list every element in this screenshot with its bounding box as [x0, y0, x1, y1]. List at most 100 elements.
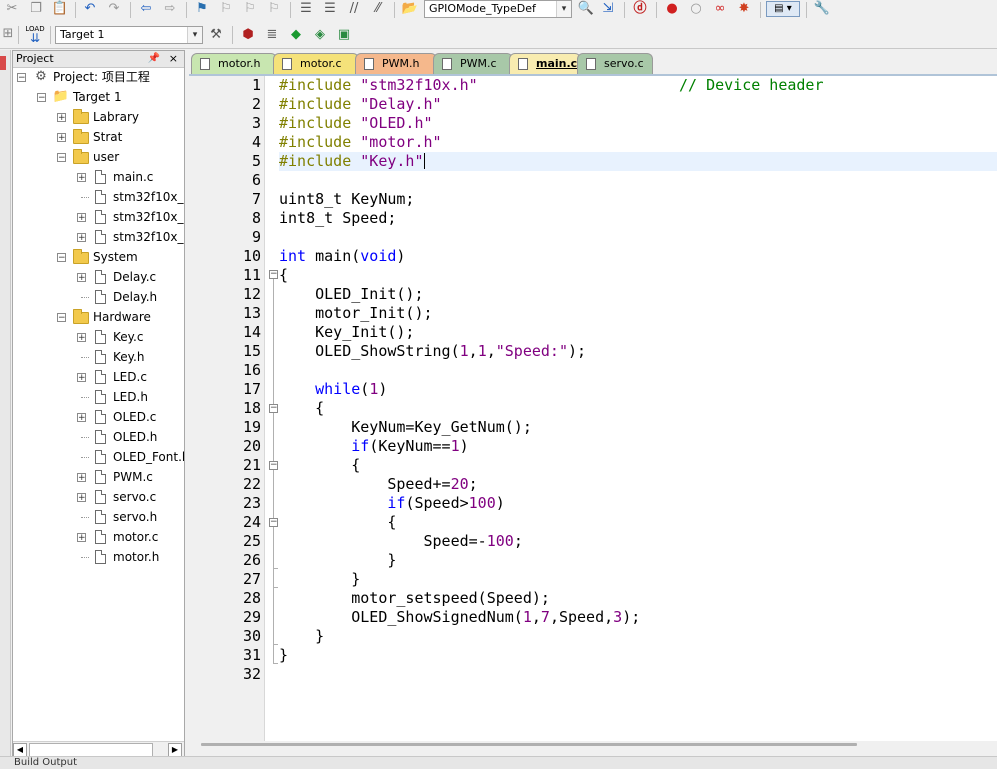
tree-item-group-strat[interactable]: + Strat: [13, 127, 184, 147]
tree-item-target-node[interactable]: − 📁 Target 1: [13, 87, 184, 107]
tree-item-file-motor-h[interactable]: motor.h: [13, 547, 184, 567]
tree-item-file-motor-c[interactable]: + motor.c: [13, 527, 184, 547]
fold-toggle[interactable]: −: [269, 518, 278, 527]
collapse-icon[interactable]: −: [57, 253, 66, 263]
collapse-icon[interactable]: −: [57, 153, 66, 163]
file-extensions-icon[interactable]: ≣: [264, 27, 280, 43]
bookmark-icon[interactable]: ⚑: [194, 1, 210, 17]
expand-icon[interactable]: +: [77, 533, 86, 543]
scroll-thumb[interactable]: [201, 743, 857, 746]
tab-pwm-c[interactable]: PWM.c: [433, 53, 513, 74]
breakpoint-disable-icon[interactable]: ○: [688, 1, 704, 17]
fold-toggle[interactable]: −: [269, 270, 278, 279]
expand-icon[interactable]: +: [57, 113, 66, 123]
close-icon[interactable]: ×: [169, 51, 178, 67]
incremental-find-icon[interactable]: ⇲: [600, 1, 616, 17]
bookmark-prev-icon[interactable]: ⚐: [218, 1, 234, 17]
debug-icon[interactable]: ⓓ: [632, 1, 648, 17]
tree-item-file-main-c[interactable]: + main.c: [13, 167, 184, 187]
tree-item-group-system[interactable]: − System: [13, 247, 184, 267]
tree-item-file-servo-h[interactable]: servo.h: [13, 507, 184, 527]
tree-item-file-pwm-c[interactable]: + PWM.c: [13, 467, 184, 487]
uncomment-icon[interactable]: ⁄⁄: [370, 1, 386, 17]
editor-hscrollbar[interactable]: [189, 741, 997, 753]
tree-item-file-servo-c[interactable]: + servo.c: [13, 487, 184, 507]
tree-item-file-delay-c[interactable]: + Delay.c: [13, 267, 184, 287]
run-env-icon[interactable]: ◈: [312, 27, 328, 43]
tree-item-file-oled-h[interactable]: OLED.h: [13, 427, 184, 447]
pack-installer-icon[interactable]: ◆: [288, 27, 304, 43]
expand-icon[interactable]: +: [77, 213, 86, 223]
scroll-left-icon[interactable]: ◀: [13, 743, 27, 757]
tree-item-file-stm32f10x-it-[interactable]: + stm32f10x_it.: [13, 227, 184, 247]
select-software-packs-icon[interactable]: ▣: [336, 27, 352, 43]
comment-icon[interactable]: //: [346, 1, 362, 17]
code-editor[interactable]: 1 2 3 4 5 6 7 8 9 10 11 12 13 14 15 16 17 18 19 20 21 22 23 24 2…: [189, 76, 997, 741]
expand-icon[interactable]: +: [77, 473, 86, 483]
collapse-icon[interactable]: −: [37, 93, 46, 103]
nav-forward-icon[interactable]: ⇨: [162, 1, 178, 17]
tree-item-file-stm32f10x-it-[interactable]: + stm32f10x_it.: [13, 207, 184, 227]
tab-motor-c[interactable]: motor.c: [273, 53, 359, 74]
tree-item-file-oled-font-h[interactable]: OLED_Font.h: [13, 447, 184, 467]
chevron-down-icon[interactable]: ▾: [556, 1, 571, 17]
tree-item-file-led-c[interactable]: + LED.c: [13, 367, 184, 387]
tree-item-project-root[interactable]: − ⚙ Project: 项目工程: [13, 67, 184, 87]
load-icon[interactable]: LOAD ⇊: [25, 24, 44, 44]
tree-item-label: System: [93, 250, 138, 264]
expand-icon[interactable]: +: [77, 413, 86, 423]
pin-icon[interactable]: 📌: [148, 51, 160, 67]
find-combo[interactable]: GPIOMode_TypeDef ▾: [424, 0, 572, 18]
undo-icon[interactable]: ↶: [82, 1, 98, 17]
unindent-icon[interactable]: ☰: [322, 1, 338, 17]
fold-toggle[interactable]: −: [269, 461, 278, 470]
grid-icon[interactable]: ⊞: [0, 26, 16, 42]
target-options-icon[interactable]: ⚒: [208, 27, 224, 43]
expand-icon[interactable]: +: [77, 373, 86, 383]
tree-item-group-user[interactable]: − user: [13, 147, 184, 167]
expand-icon[interactable]: +: [77, 233, 86, 243]
editor-tabs: motor.h motor.c PWM.h PWM.c main.c servo.c: [189, 50, 997, 76]
collapse-icon[interactable]: −: [17, 73, 26, 83]
expand-icon[interactable]: +: [77, 493, 86, 503]
scroll-thumb[interactable]: [29, 743, 153, 757]
expand-icon[interactable]: +: [57, 133, 66, 143]
fold-toggle[interactable]: −: [269, 404, 278, 413]
find-icon[interactable]: 🔍: [578, 1, 594, 17]
cut-icon[interactable]: ✂: [4, 1, 20, 17]
paste-icon[interactable]: 📋: [52, 1, 68, 17]
tree-item-file-led-h[interactable]: LED.h: [13, 387, 184, 407]
nav-back-icon[interactable]: ⇦: [138, 1, 154, 17]
breakpoint-disable-all-icon[interactable]: ∞: [712, 1, 728, 17]
tab-pwm-h[interactable]: PWM.h: [355, 53, 437, 74]
find-in-files-icon[interactable]: 📂: [402, 1, 418, 17]
tree-item-file-key-c[interactable]: + Key.c: [13, 327, 184, 347]
tree-item-file-delay-h[interactable]: Delay.h: [13, 287, 184, 307]
tree-item-group-hardware[interactable]: − Hardware: [13, 307, 184, 327]
indent-icon[interactable]: ☰: [298, 1, 314, 17]
tree-item-file-key-h[interactable]: Key.h: [13, 347, 184, 367]
tab-main-c[interactable]: main.c: [509, 53, 581, 74]
redo-icon[interactable]: ↷: [106, 1, 122, 17]
tree-item-file-stm32f10x-co[interactable]: stm32f10x_co: [13, 187, 184, 207]
bookmark-next-icon[interactable]: ⚐: [242, 1, 258, 17]
expand-icon[interactable]: +: [77, 273, 86, 283]
breakpoint-insert-icon[interactable]: ●: [664, 1, 680, 17]
file-icon: [95, 550, 106, 564]
expand-icon[interactable]: +: [77, 173, 86, 183]
tree-item-group-labrary[interactable]: + Labrary: [13, 107, 184, 127]
window-layout-icon[interactable]: ▤ ▾: [766, 1, 800, 17]
tab-servo-c[interactable]: servo.c: [577, 53, 653, 74]
wrench-icon[interactable]: 🔧: [814, 1, 830, 17]
collapse-icon[interactable]: −: [57, 313, 66, 323]
breakpoint-kill-all-icon[interactable]: ✸: [736, 1, 752, 17]
tree-item-file-oled-c[interactable]: + OLED.c: [13, 407, 184, 427]
target-combo[interactable]: Target 1 ▾: [55, 26, 203, 44]
scroll-right-icon[interactable]: ▶: [168, 743, 182, 757]
manage-components-icon[interactable]: ⬢: [240, 27, 256, 43]
tab-motor-h[interactable]: motor.h: [191, 53, 277, 74]
expand-icon[interactable]: +: [77, 333, 86, 343]
copy-icon[interactable]: ❐: [28, 1, 44, 17]
bookmark-clear-icon[interactable]: ⚐: [266, 1, 282, 17]
chevron-down-icon[interactable]: ▾: [187, 27, 202, 43]
